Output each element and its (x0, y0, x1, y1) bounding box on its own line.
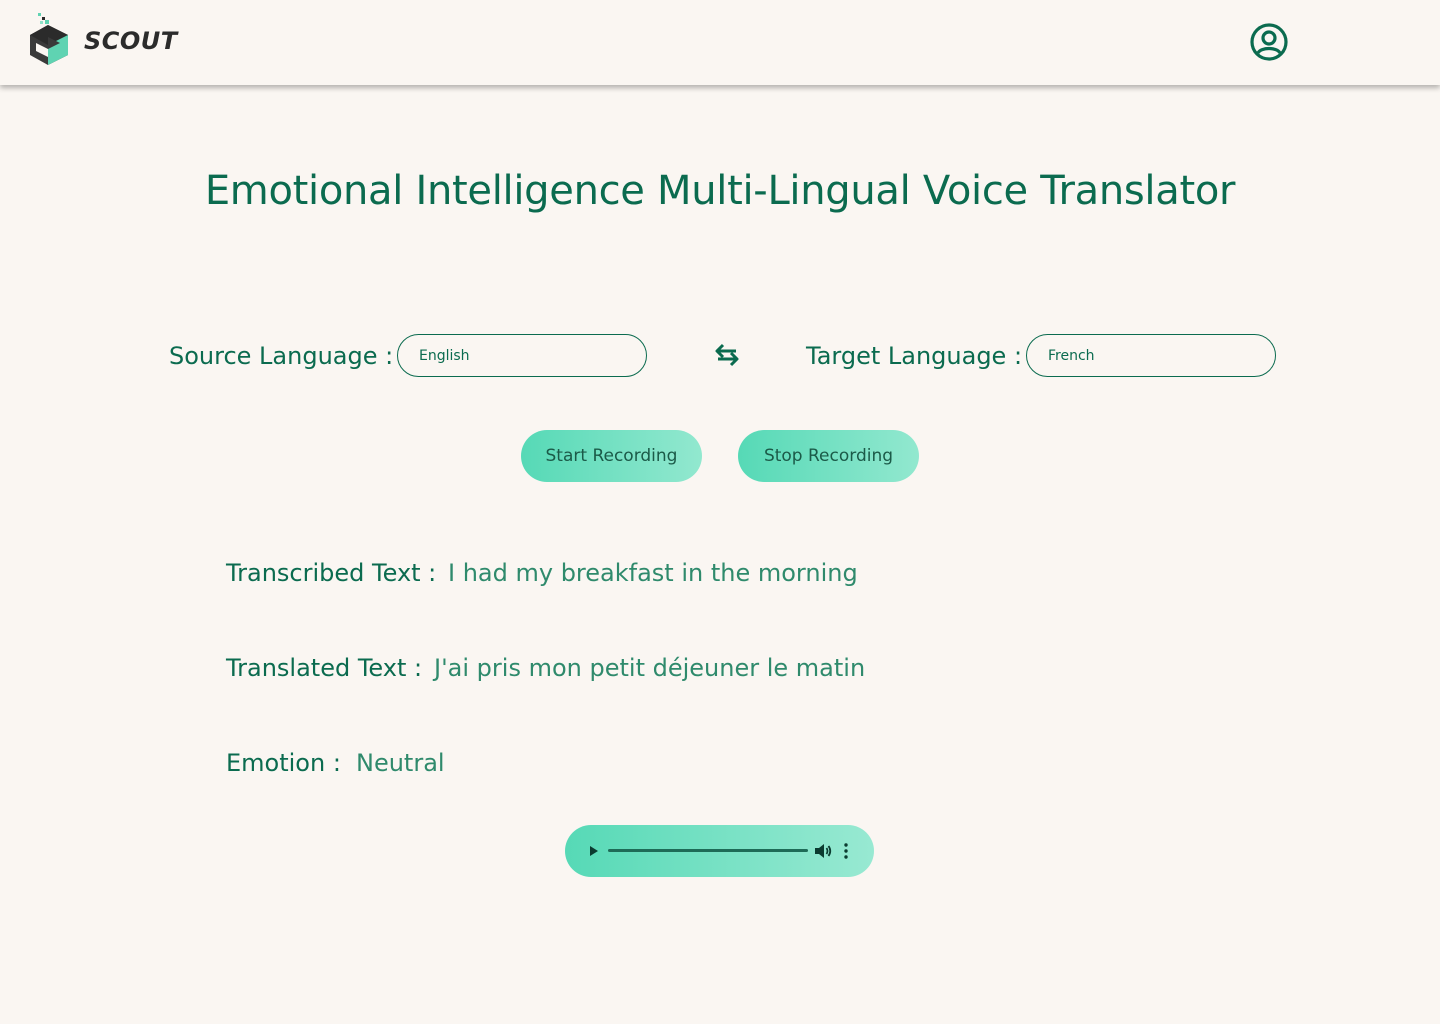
translated-text-value: J'ai pris mon petit déjeuner le matin (434, 654, 866, 682)
swap-languages-icon[interactable] (714, 343, 740, 367)
brand-name: SCOUT (84, 27, 178, 55)
more-options-icon[interactable] (841, 841, 851, 861)
play-icon[interactable] (587, 842, 601, 860)
target-language-input[interactable] (1026, 334, 1276, 377)
transcribed-text-label: Transcribed Text : (226, 559, 437, 587)
translated-text-label: Translated Text : (226, 654, 423, 682)
emotion-value: Neutral (356, 749, 445, 777)
start-recording-button[interactable]: Start Recording (521, 430, 702, 482)
audio-progress-track[interactable] (608, 849, 808, 852)
top-navbar: SCOUT (0, 0, 1440, 85)
emotion-label: Emotion : (226, 749, 341, 777)
source-language-label: Source Language : (169, 342, 394, 370)
transcribed-text-value: I had my breakfast in the morning (448, 559, 858, 587)
page-title: Emotional Intelligence Multi-Lingual Voi… (204, 168, 1236, 214)
user-profile-icon[interactable] (1249, 22, 1289, 62)
scout-logo-icon[interactable] (28, 13, 70, 67)
target-language-label: Target Language : (806, 342, 1023, 370)
audio-player (565, 825, 874, 877)
stop-recording-button[interactable]: Stop Recording (738, 430, 919, 482)
volume-icon[interactable] (813, 841, 833, 861)
source-language-input[interactable] (397, 334, 647, 377)
